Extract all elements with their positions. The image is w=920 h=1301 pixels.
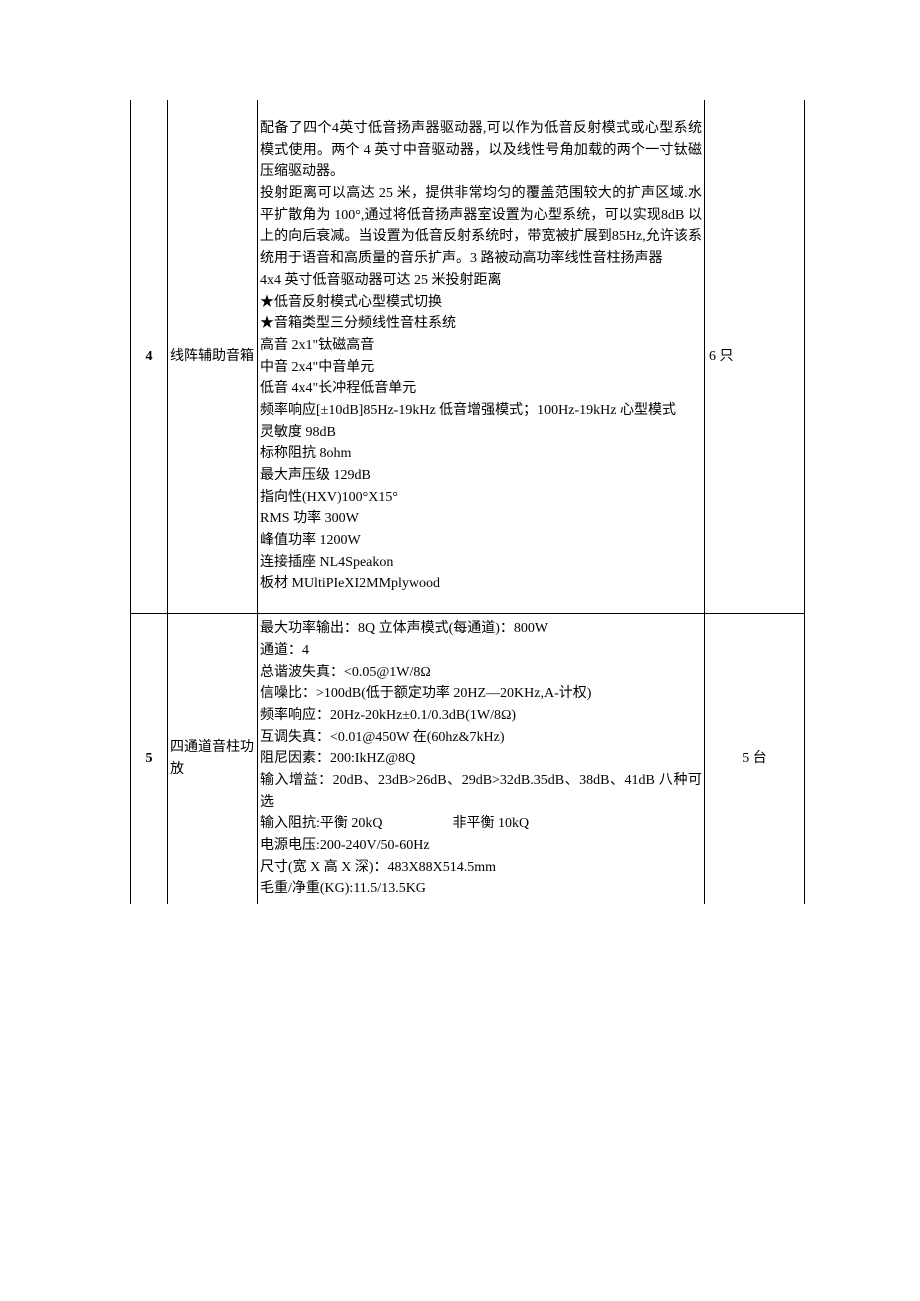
row-number: 4 (131, 100, 168, 614)
item-description: 最大功率输出：8Q 立体声模式(每通道)：800W通道：4总谐波失真：<0.05… (258, 614, 705, 904)
item-name: 四通道音柱功放 (168, 614, 258, 904)
spec-table: 4 线阵辅助音箱 配备了四个4英寸低音扬声器驱动器,可以作为低音反射模式或心型系… (130, 100, 805, 904)
table-row: 5 四通道音柱功放 最大功率输出：8Q 立体声模式(每通道)：800W通道：4总… (131, 614, 805, 904)
item-quantity: 5 台 (705, 614, 805, 904)
item-quantity: 6 只 (705, 100, 805, 614)
table-row: 4 线阵辅助音箱 配备了四个4英寸低音扬声器驱动器,可以作为低音反射模式或心型系… (131, 100, 805, 614)
item-name: 线阵辅助音箱 (168, 100, 258, 614)
item-description: 配备了四个4英寸低音扬声器驱动器,可以作为低音反射模式或心型系统模式使用。两个 … (258, 100, 705, 614)
row-number: 5 (131, 614, 168, 904)
